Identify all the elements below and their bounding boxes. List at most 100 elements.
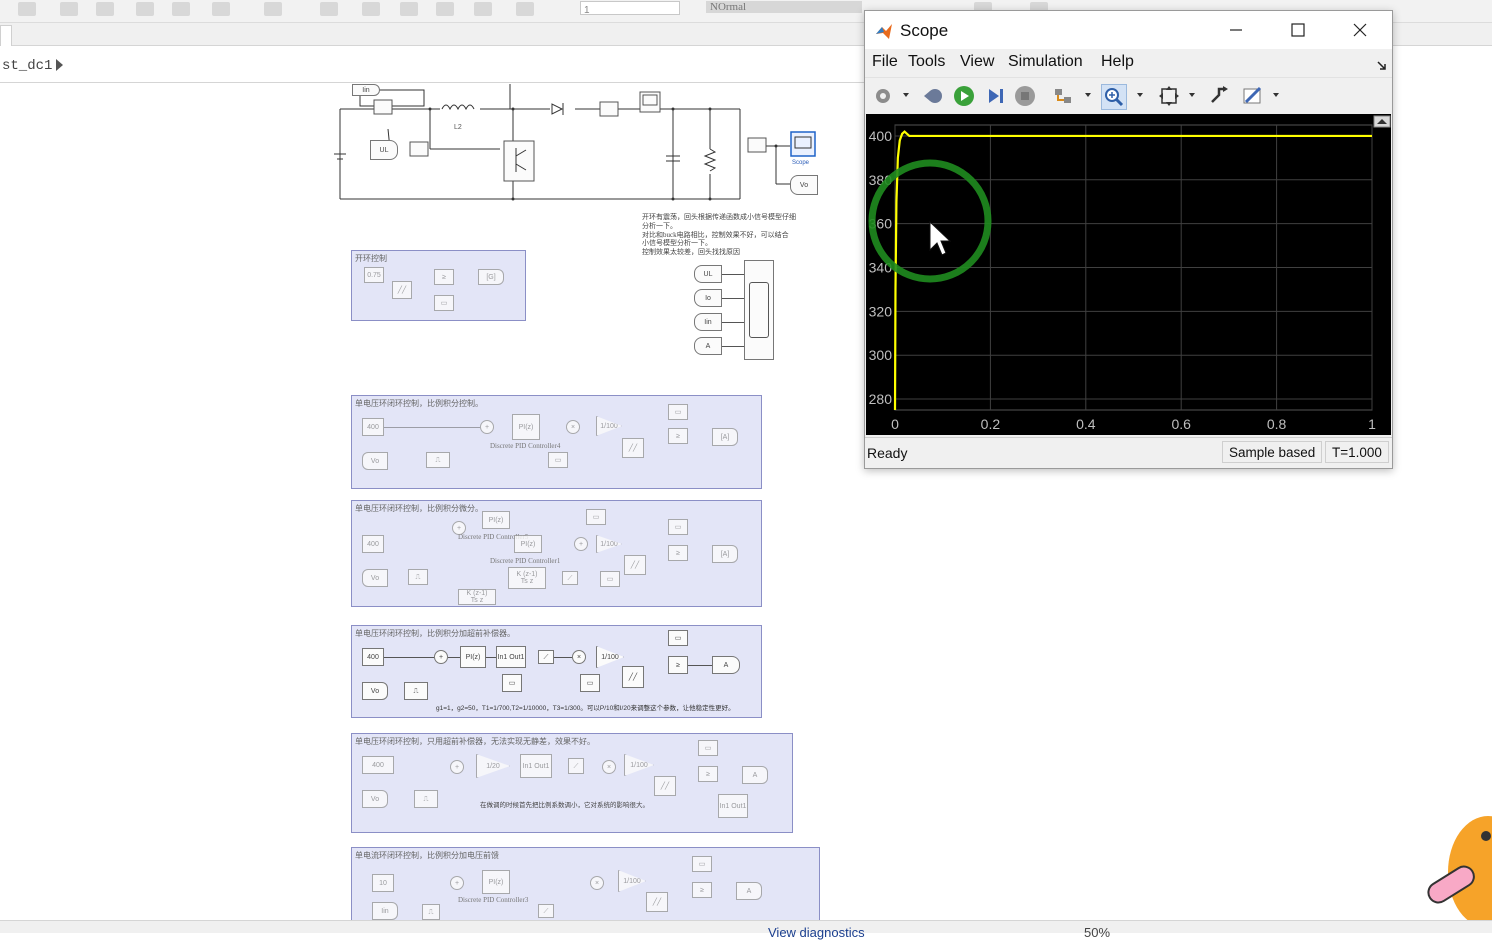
pwm-block[interactable]: ╱╱ bbox=[654, 776, 676, 796]
reference-block[interactable]: 400 bbox=[362, 535, 384, 553]
pid-block[interactable]: PI(z) bbox=[512, 414, 540, 440]
lead-compensator-block[interactable]: In1 Out1 bbox=[718, 794, 748, 818]
pid-block[interactable]: PI(z) bbox=[482, 870, 510, 894]
stop-icon[interactable] bbox=[474, 2, 492, 16]
saturation-block[interactable]: ⟋ bbox=[538, 904, 554, 918]
model-config-icon[interactable] bbox=[264, 2, 282, 16]
scope-block[interactable]: ▭ bbox=[580, 674, 600, 692]
chevron-down-icon[interactable] bbox=[903, 93, 909, 97]
zoom-icon[interactable] bbox=[1101, 84, 1127, 110]
reference-block[interactable]: 10 bbox=[372, 874, 394, 892]
menu-simulation[interactable]: Simulation bbox=[1008, 53, 1083, 71]
model-tab[interactable] bbox=[0, 25, 12, 46]
breadcrumb-model[interactable]: st_dc1 bbox=[2, 58, 52, 74]
measure-icon[interactable] bbox=[1241, 84, 1265, 108]
sum-block[interactable]: + bbox=[452, 521, 466, 535]
close-icon[interactable] bbox=[1337, 17, 1383, 43]
subsystem-current-loop[interactable]: 单电流环闭环控制，比例积分加电压前馈 10 Iin + PI(z) Discre… bbox=[351, 847, 820, 921]
pid-block[interactable]: PI(z) bbox=[482, 511, 510, 529]
gain-block[interactable]: 1/100 bbox=[618, 870, 646, 892]
back-icon[interactable] bbox=[60, 2, 78, 16]
scope-block[interactable]: ▭ bbox=[586, 509, 606, 525]
subsystem-open-loop[interactable]: 开环控制 0.75 ╱╱ ≥ ▭ [G] bbox=[351, 250, 526, 321]
minimize-icon[interactable] bbox=[1213, 17, 1259, 43]
from-tag-ul[interactable]: UL bbox=[694, 265, 722, 283]
scope-block[interactable]: ▭ bbox=[434, 295, 454, 311]
saturation-block[interactable]: ⟋ bbox=[568, 758, 584, 774]
lead-compensator-block[interactable]: In1 Out1 bbox=[496, 646, 526, 668]
gain-block[interactable]: 1/100 bbox=[596, 535, 622, 553]
chevron-down-icon[interactable] bbox=[1273, 93, 1279, 97]
pwm-block[interactable]: ╱╱ bbox=[624, 555, 646, 575]
pwm-block[interactable]: ╱╱ bbox=[622, 666, 644, 688]
scope-block[interactable]: ▭ bbox=[698, 740, 718, 756]
breadcrumb-arrow-icon[interactable] bbox=[56, 59, 63, 71]
gain-block[interactable]: 1/100 bbox=[596, 416, 622, 436]
product-block[interactable]: × bbox=[590, 876, 604, 890]
sum-block[interactable]: + bbox=[574, 537, 588, 551]
goto-tag-ul[interactable]: UL bbox=[370, 140, 398, 160]
subsystem-pi[interactable]: 单电压环闭环控制，比例积分控制。 400 Vo ⎍ + PI(z) Discre… bbox=[351, 395, 762, 489]
product-block[interactable]: × bbox=[572, 650, 586, 664]
step-block[interactable]: ⎍ bbox=[414, 790, 438, 808]
from-vo-block[interactable]: Vo bbox=[362, 569, 388, 587]
scope-block[interactable]: ▭ bbox=[668, 630, 688, 646]
sum-block[interactable]: + bbox=[480, 420, 494, 434]
reference-block[interactable]: 400 bbox=[362, 756, 394, 774]
from-iin-block[interactable]: Iin bbox=[372, 902, 398, 920]
gain-block[interactable]: 1/100 bbox=[624, 754, 654, 776]
cursor-icon[interactable] bbox=[1207, 84, 1231, 108]
scope-plot[interactable]: 0 0.2 0.4 0.6 0.8 1280300320340360380400 bbox=[866, 114, 1391, 435]
pid-block[interactable]: PI(z) bbox=[460, 646, 486, 668]
record-icon[interactable] bbox=[516, 2, 534, 16]
chevron-down-icon[interactable] bbox=[1189, 93, 1195, 97]
pwm-block[interactable]: ╱╱ bbox=[392, 281, 412, 299]
gain-block[interactable]: 1/20 bbox=[476, 754, 510, 778]
stop-time-field[interactable]: 1 bbox=[580, 1, 680, 16]
step-block[interactable]: ⎍ bbox=[426, 452, 450, 468]
menu-help[interactable]: Help bbox=[1101, 53, 1134, 71]
scope-titlebar[interactable]: Scope bbox=[865, 11, 1392, 49]
highlight-icon[interactable] bbox=[1051, 84, 1075, 108]
compare-block[interactable]: ≥ bbox=[698, 766, 718, 782]
saturation-block[interactable]: ⟋ bbox=[562, 571, 578, 585]
save-icon[interactable] bbox=[18, 2, 36, 16]
pwm-block[interactable]: ╱╱ bbox=[622, 438, 644, 458]
constant-block[interactable]: 0.75 bbox=[364, 267, 384, 283]
compare-block[interactable]: ≥ bbox=[668, 545, 688, 561]
settings-icon[interactable] bbox=[212, 2, 230, 16]
goto-block[interactable]: [A] bbox=[712, 428, 738, 446]
compare-block[interactable]: ≥ bbox=[692, 882, 712, 898]
gear-icon[interactable] bbox=[871, 84, 895, 108]
goto-block[interactable]: A bbox=[712, 656, 740, 674]
stop-icon[interactable] bbox=[1013, 84, 1037, 108]
lead-compensator-block[interactable]: In1 Out1 bbox=[520, 754, 552, 778]
compare-block[interactable]: ≥ bbox=[434, 269, 454, 285]
subsystem-pid[interactable]: 单电压环闭环控制，比例积分微分。 PI(z) Discrete PID Cont… bbox=[351, 500, 762, 607]
subsystem-pi-lead[interactable]: 单电压环闭环控制，比例积分加超前补偿器。 400 Vo ⎍ + PI(z) In… bbox=[351, 625, 762, 718]
from-tag-io[interactable]: Io bbox=[694, 289, 722, 307]
goto-block[interactable]: A bbox=[742, 766, 768, 784]
library-icon[interactable] bbox=[172, 2, 190, 16]
from-vo-block[interactable]: Vo bbox=[362, 452, 388, 470]
undock-icon[interactable] bbox=[1377, 61, 1387, 71]
scope-block[interactable]: ▭ bbox=[548, 452, 568, 468]
saturation-block[interactable]: ⟋ bbox=[538, 650, 554, 664]
step-block[interactable]: ⎍ bbox=[408, 569, 428, 585]
step-forward-icon[interactable] bbox=[983, 84, 1007, 108]
scope-plot-area[interactable]: 0 0.2 0.4 0.6 0.8 1 280 300 320 340 360 380 400 bbox=[866, 114, 1391, 435]
goto-block[interactable]: A bbox=[736, 882, 762, 900]
sum-block[interactable]: + bbox=[434, 650, 448, 664]
step-back-icon[interactable] bbox=[320, 2, 338, 16]
update-icon[interactable] bbox=[362, 2, 380, 16]
derivative-block[interactable]: K (z-1) Ts z bbox=[458, 589, 496, 605]
pid-block[interactable]: PI(z) bbox=[514, 535, 542, 553]
scope-window[interactable]: Scope File Tools View Simulation Help 0 … bbox=[864, 10, 1393, 469]
restore-icon[interactable] bbox=[921, 84, 945, 108]
step-block[interactable]: ⎍ bbox=[422, 904, 440, 920]
chevron-down-icon[interactable] bbox=[1085, 93, 1091, 97]
scope-block[interactable]: ▭ bbox=[502, 674, 522, 692]
simulation-mode-select[interactable]: NOrmal bbox=[706, 1, 862, 13]
up-icon[interactable] bbox=[136, 2, 154, 16]
from-tag-iin[interactable]: Iin bbox=[694, 313, 722, 331]
